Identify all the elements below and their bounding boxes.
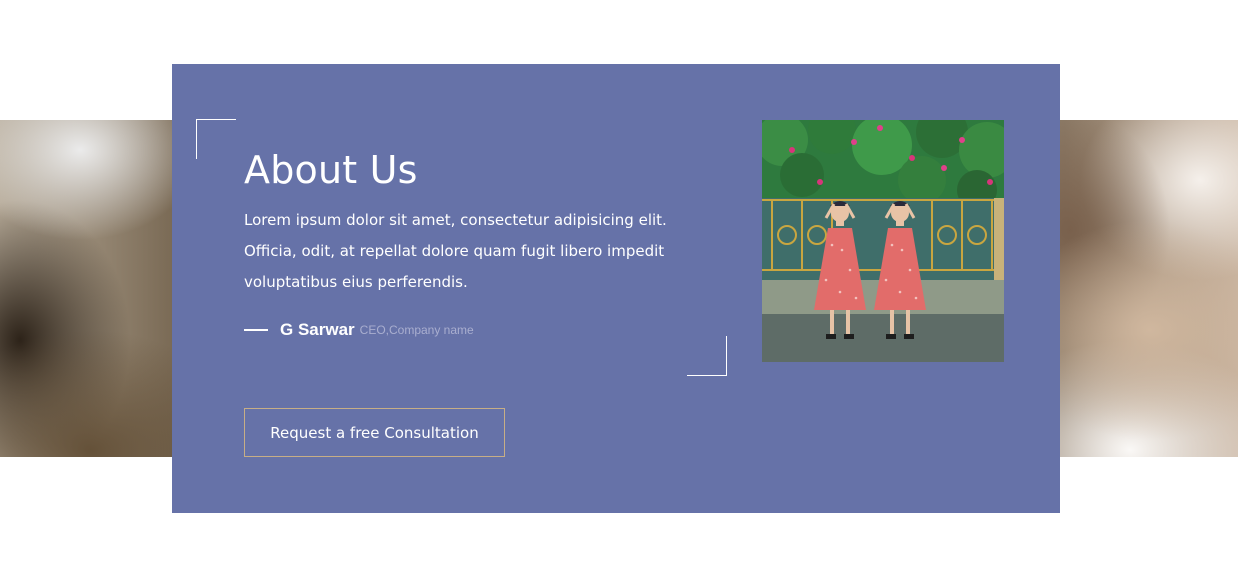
corner-decoration-bottom-right [687,336,727,376]
author-credit: G Sarwar CEO,Company name [244,318,474,342]
author-dash [244,329,268,331]
about-card: About Us Lorem ipsum dolor sit amet, con… [172,64,1060,513]
about-photo [762,120,1004,362]
section-title: About Us [244,148,418,192]
author-role: CEO,Company name [359,323,474,337]
corner-decoration-top-left [196,119,236,159]
about-description: Lorem ipsum dolor sit amet, consectetur … [244,211,667,291]
photo-illustration [762,120,1004,362]
request-consultation-button[interactable]: Request a free Consultation [244,408,505,457]
author-name: G Sarwar [280,320,355,339]
